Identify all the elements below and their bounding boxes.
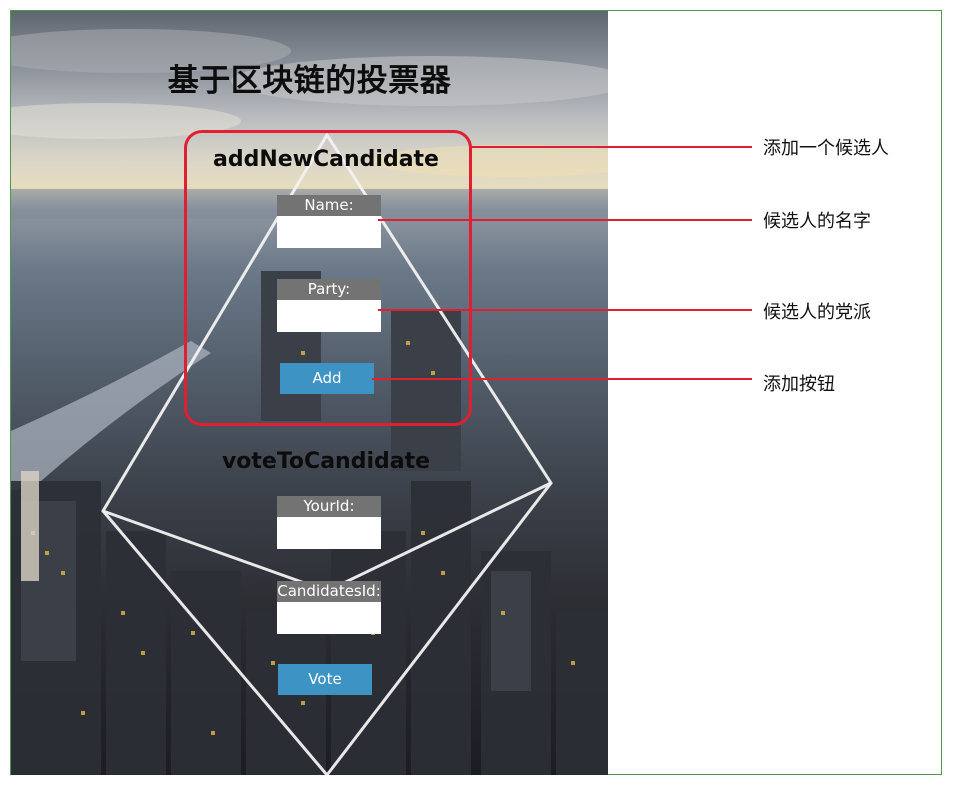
annotation-add-button: 添加按钮	[763, 374, 835, 395]
yourid-label: YourId:	[277, 496, 381, 517]
annotation-line-party	[378, 309, 752, 311]
candidatesid-label: CandidatesId:	[277, 581, 381, 602]
annotation-line-name	[378, 219, 752, 221]
add-section-highlight	[184, 130, 472, 426]
annotation-candidate-party: 候选人的党派	[763, 302, 871, 323]
annotation-line-add-candidate	[470, 146, 752, 148]
annotation-candidate-name: 候选人的名字	[763, 211, 871, 232]
annotation-line-add-button	[372, 378, 752, 380]
yourid-input[interactable]	[277, 517, 381, 549]
vote-button[interactable]: Vote	[278, 664, 372, 695]
page-title: 基于区块链的投票器	[167, 63, 452, 99]
annotation-add-candidate: 添加一个候选人	[763, 138, 889, 159]
candidatesid-input[interactable]	[277, 602, 381, 634]
vote-candidate-heading: voteToCandidate	[221, 449, 431, 474]
